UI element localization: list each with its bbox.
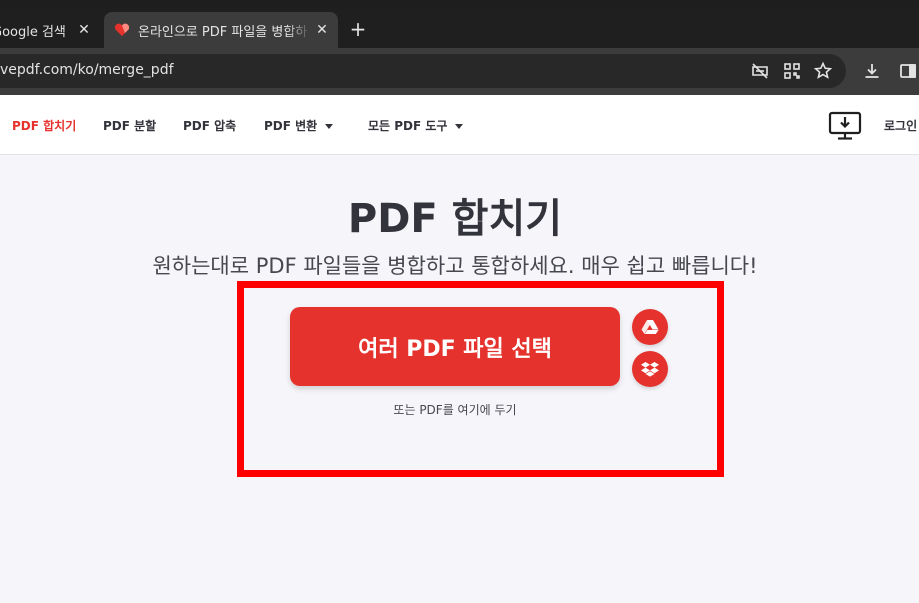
google-drive-icon bbox=[641, 320, 659, 334]
tab-title: 온라인으로 PDF 파일을 병합하 bbox=[138, 24, 308, 40]
drop-hint: 또는 PDF를 여기에 두기 bbox=[393, 403, 517, 417]
tab-bar: Google 검색 ✕ 온라인으로 PDF 파일을 병합하 ✕ + bbox=[0, 8, 919, 48]
url-text: vepdf.com/ko/merge_pdf bbox=[0, 62, 174, 78]
address-bar[interactable]: vepdf.com/ko/merge_pdf bbox=[0, 54, 846, 88]
chevron-down-icon bbox=[325, 124, 334, 129]
page-subtitle: 원하는대로 PDF 파일들을 병합하고 통합하세요. 매우 쉽고 빠릅니다! bbox=[152, 254, 758, 278]
nav-all-tools[interactable]: 모든 PDF 도구 bbox=[368, 117, 464, 134]
nav-split-pdf[interactable]: PDF 분할 bbox=[103, 117, 156, 134]
bookmark-star-icon[interactable] bbox=[813, 61, 833, 81]
site-header: PDF 합치기 PDF 분할 PDF 압축 PDF 변환 모든 PDF 도구 로… bbox=[0, 95, 919, 155]
page-title: PDF 합치기 bbox=[347, 196, 563, 242]
nav-convert-label: PDF 변환 bbox=[264, 119, 318, 133]
window-top-strip bbox=[0, 0, 919, 8]
nav-compress-pdf[interactable]: PDF 압축 bbox=[183, 117, 236, 134]
tab-google-search[interactable]: Google 검색 ✕ bbox=[0, 12, 100, 48]
desktop-download-icon[interactable] bbox=[828, 111, 862, 141]
heart-favicon-icon bbox=[114, 23, 130, 36]
google-drive-button[interactable] bbox=[632, 309, 668, 345]
tab-title: Google 검색 bbox=[0, 24, 66, 40]
new-tab-button[interactable]: + bbox=[346, 18, 370, 42]
tab-merge-pdf[interactable]: 온라인으로 PDF 파일을 병합하 ✕ bbox=[104, 12, 338, 48]
nav-convert-pdf[interactable]: PDF 변환 bbox=[264, 117, 334, 134]
nav-all-tools-label: 모든 PDF 도구 bbox=[368, 119, 448, 133]
chevron-down-icon bbox=[455, 124, 464, 129]
dropbox-icon bbox=[641, 362, 659, 377]
browser-toolbar: vepdf.com/ko/merge_pdf bbox=[0, 48, 919, 95]
download-icon[interactable] bbox=[862, 61, 882, 81]
eye-off-icon[interactable] bbox=[750, 61, 770, 81]
close-icon[interactable]: ✕ bbox=[312, 22, 332, 38]
qr-code-icon[interactable] bbox=[782, 61, 802, 81]
login-link[interactable]: 로그인 bbox=[884, 117, 917, 134]
nav-merge-pdf[interactable]: PDF 합치기 bbox=[12, 117, 76, 134]
select-pdf-files-button[interactable]: 여러 PDF 파일 선택 bbox=[290, 307, 620, 386]
close-icon[interactable]: ✕ bbox=[74, 22, 94, 38]
dropbox-button[interactable] bbox=[632, 351, 668, 387]
side-panel-icon[interactable] bbox=[898, 61, 918, 81]
